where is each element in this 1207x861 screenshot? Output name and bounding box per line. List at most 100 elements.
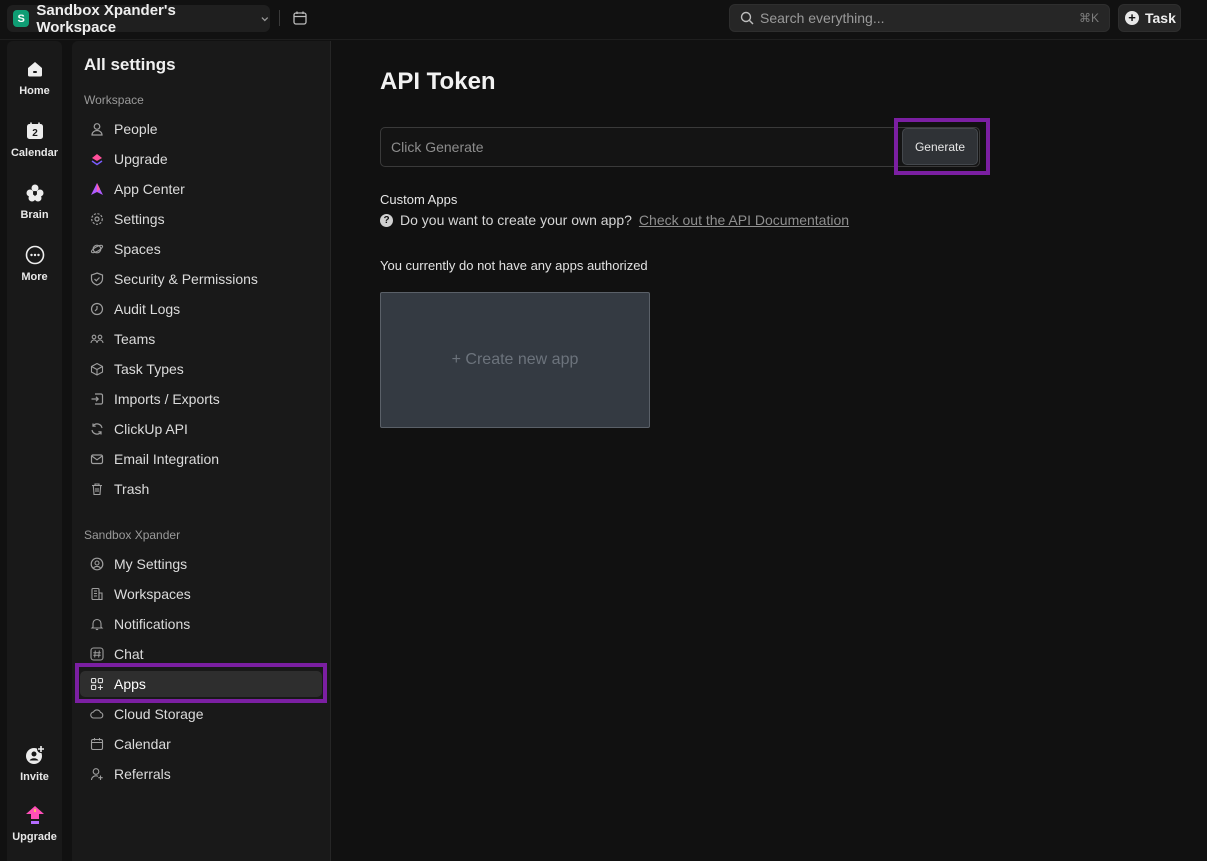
sidebar-item-label: Task Types [114, 361, 184, 377]
planet-icon [90, 244, 104, 254]
cube-icon [90, 362, 104, 376]
invite-icon [25, 745, 45, 764]
sidebar-item-label: App Center [114, 181, 185, 197]
sidebar-item-notifications[interactable]: Notifications [80, 611, 322, 637]
sidebar-title: All settings [84, 55, 176, 74]
sidebar-item-cloud-storage[interactable]: Cloud Storage [80, 701, 322, 727]
rail-item-more[interactable]: More [7, 243, 62, 283]
sidebar-item-trash[interactable]: Trash [80, 476, 322, 502]
sidebar-item-label: Referrals [114, 766, 171, 782]
sidebar-item-label: People [114, 121, 158, 137]
calendar-icon [90, 738, 104, 751]
sidebar-item-label: Calendar [114, 736, 171, 752]
search-shortcut: ⌘K [1078, 11, 1099, 25]
brain-icon [26, 184, 43, 202]
divider [279, 10, 280, 26]
person-icon [91, 123, 103, 136]
sidebar-item-task-types[interactable]: Task Types [80, 356, 322, 382]
rail-label: Brain [20, 209, 49, 221]
teams-icon [90, 334, 104, 344]
app-center-icon [91, 183, 103, 195]
main-content: API Token Click Generate Generate Custom… [332, 41, 1207, 861]
sidebar-item-audit-logs[interactable]: Audit Logs [80, 296, 322, 322]
sidebar-item-label: Teams [114, 331, 156, 347]
sidebar-item-security[interactable]: Security & Permissions [80, 266, 322, 292]
sidebar-item-label: Upgrade [114, 151, 168, 167]
sidebar-item-settings[interactable]: Settings [80, 206, 322, 232]
sidebar-item-people[interactable]: People [80, 116, 322, 142]
refresh-icon [91, 423, 103, 435]
rail-label: More [21, 271, 48, 283]
sidebar-item-label: My Settings [114, 556, 188, 572]
new-task-button[interactable]: + Task [1118, 4, 1181, 32]
rail-label: Home [19, 85, 50, 97]
search-icon [740, 11, 754, 25]
rail-item-home[interactable]: Home [7, 57, 62, 97]
cloud-icon [90, 709, 104, 719]
sidebar-item-label: Spaces [114, 241, 161, 257]
user-circle-icon [90, 557, 104, 571]
sidebar-item-label: Workspaces [114, 586, 191, 602]
sidebar-item-spaces[interactable]: Spaces [80, 236, 322, 262]
more-icon [25, 245, 44, 265]
search-placeholder: Search everything... [760, 10, 885, 26]
sidebar-item-workspaces[interactable]: Workspaces [80, 581, 322, 607]
task-label: Task [1145, 10, 1176, 26]
sidebar-item-referrals[interactable]: Referrals [80, 761, 322, 787]
sidebar-item-label: Email Integration [114, 451, 220, 467]
api-token-input[interactable]: Click Generate [380, 127, 980, 167]
page-title: API Token [380, 68, 496, 95]
rail-item-upgrade[interactable]: Upgrade [7, 803, 62, 843]
workspace-avatar: S [13, 10, 30, 27]
api-documentation-link[interactable]: Check out the API Documentation [639, 212, 849, 228]
sidebar-item-email-integration[interactable]: Email Integration [80, 446, 322, 472]
rail-label: Calendar [10, 147, 59, 159]
workspace-switcher[interactable]: S Sandbox Xpander's Workspace [7, 2, 270, 36]
sidebar-item-label: Audit Logs [114, 301, 181, 317]
no-apps-message: You currently do not have any apps autho… [380, 258, 648, 273]
rail-item-invite[interactable]: Invite [7, 743, 62, 783]
sidebar-item-label: Security & Permissions [114, 271, 258, 287]
calendar-badge: 2 [32, 128, 38, 139]
home-icon [27, 62, 42, 77]
sidebar-item-label: Trash [114, 481, 150, 497]
mail-icon [90, 454, 104, 465]
sidebar-item-calendar[interactable]: Calendar [80, 731, 322, 757]
sidebar-item-label: Settings [114, 211, 165, 227]
help-icon: ? [380, 213, 393, 227]
apps-highlight-box [75, 663, 327, 703]
section-label-workspace: Workspace [84, 93, 144, 107]
sidebar-item-label: Cloud Storage [114, 706, 204, 722]
chevron-down-icon [261, 16, 269, 21]
sidebar-item-upgrade[interactable]: Upgrade [80, 146, 322, 172]
sidebar-item-teams[interactable]: Teams [80, 326, 322, 352]
generate-button[interactable]: Generate [902, 128, 978, 165]
settings-sidebar: All settings Workspace People Upgrade Ap… [72, 41, 331, 861]
referral-icon [90, 768, 103, 781]
import-icon [91, 393, 104, 405]
top-bar: S Sandbox Xpander's Workspace Search eve… [0, 0, 1207, 40]
rail-label: Invite [20, 771, 49, 783]
rail-item-calendar[interactable]: 2 Calendar [7, 119, 62, 159]
custom-apps-info: ? Do you want to create your own app? Ch… [380, 212, 849, 228]
left-rail: Home 2 Calendar Brain More Invite Upgrad… [7, 41, 62, 861]
section-label-user: Sandbox Xpander [84, 528, 181, 542]
sidebar-item-imports-exports[interactable]: Imports / Exports [80, 386, 322, 412]
create-new-app-button[interactable]: + Create new app [380, 292, 650, 428]
calendar-icon[interactable] [292, 10, 308, 26]
rail-label: Upgrade [12, 831, 57, 843]
building-icon [91, 587, 103, 601]
trash-icon [92, 483, 102, 496]
calendar-icon: 2 [26, 122, 43, 139]
search-bar[interactable]: Search everything... ⌘K [729, 4, 1110, 32]
sidebar-item-clickup-api[interactable]: ClickUp API [80, 416, 322, 442]
custom-apps-question: Do you want to create your own app? [400, 212, 632, 228]
sidebar-item-my-settings[interactable]: My Settings [80, 551, 322, 577]
hash-icon [90, 647, 104, 661]
rail-item-brain[interactable]: Brain [7, 181, 62, 221]
sidebar-item-label: ClickUp API [114, 421, 188, 437]
upgrade-icon [25, 806, 44, 824]
upgrade-icon [91, 154, 103, 166]
sidebar-item-app-center[interactable]: App Center [80, 176, 322, 202]
sidebar-item-label: Chat [114, 646, 144, 662]
